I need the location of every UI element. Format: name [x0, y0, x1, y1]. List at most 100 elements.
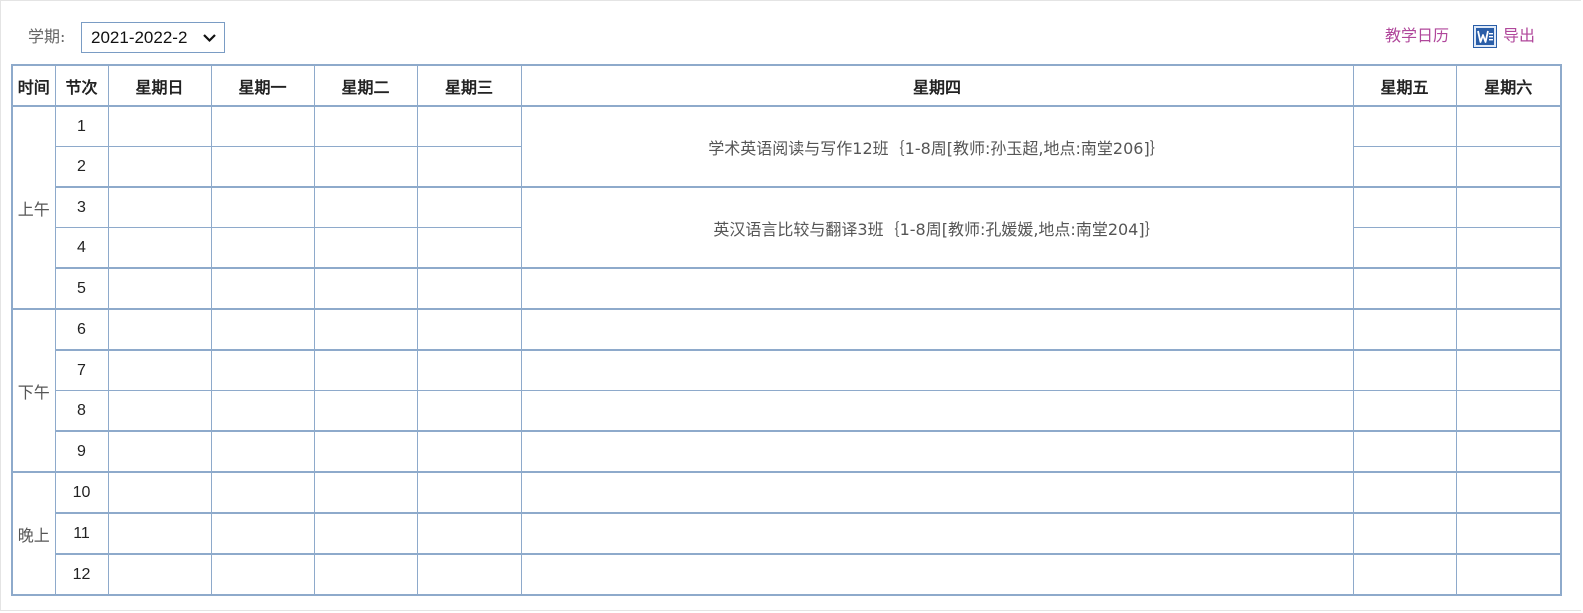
cell-wednesday[interactable]: [416, 227, 522, 269]
cell-monday[interactable]: [210, 553, 315, 596]
cell-tuesday[interactable]: [313, 146, 418, 188]
cell-sunday[interactable]: [107, 227, 212, 269]
cell-saturday[interactable]: [1455, 105, 1562, 147]
cell-sunday[interactable]: [107, 349, 212, 391]
period-number: 1: [54, 105, 109, 147]
cell-friday[interactable]: [1352, 512, 1457, 555]
cell-saturday[interactable]: [1455, 227, 1562, 269]
cell-saturday[interactable]: [1455, 390, 1562, 432]
header-sunday: 星期日: [107, 64, 212, 107]
cell-thursday[interactable]: [520, 430, 1354, 473]
cell-sunday[interactable]: [107, 267, 212, 310]
cell-thursday[interactable]: [520, 553, 1354, 596]
cell-friday[interactable]: [1352, 553, 1457, 596]
term-select[interactable]: 2021-2022-2: [81, 22, 225, 53]
cell-monday[interactable]: [210, 308, 315, 351]
cell-tuesday[interactable]: [313, 227, 418, 269]
table-row: 8: [12, 390, 1562, 432]
cell-wednesday[interactable]: [416, 105, 522, 147]
cell-tuesday[interactable]: [313, 553, 418, 596]
cell-monday[interactable]: [210, 267, 315, 310]
cell-thursday[interactable]: [520, 349, 1354, 391]
header-tuesday: 星期二: [313, 64, 418, 107]
cell-thursday[interactable]: [520, 308, 1354, 351]
header-wednesday: 星期三: [416, 64, 522, 107]
cell-sunday[interactable]: [107, 390, 212, 432]
table-row: 7: [12, 349, 1562, 391]
cell-tuesday[interactable]: [313, 267, 418, 310]
cell-sunday[interactable]: [107, 308, 212, 351]
header-row: 时间 节次 星期日 星期一 星期二 星期三 星期四 星期五 星期六: [11, 64, 1562, 107]
cell-wednesday[interactable]: [416, 390, 522, 432]
cell-monday[interactable]: [210, 105, 315, 147]
cell-tuesday[interactable]: [313, 349, 418, 391]
cell-wednesday[interactable]: [416, 553, 522, 596]
cell-monday[interactable]: [210, 390, 315, 432]
cell-saturday[interactable]: [1455, 267, 1562, 310]
cell-friday[interactable]: [1352, 349, 1457, 391]
cell-friday[interactable]: [1352, 390, 1457, 432]
cell-friday[interactable]: [1352, 471, 1457, 514]
cell-friday[interactable]: [1352, 146, 1457, 188]
cell-saturday[interactable]: [1455, 471, 1562, 514]
cell-sunday[interactable]: [107, 553, 212, 596]
period-number: 9: [54, 430, 109, 473]
cell-monday[interactable]: [210, 471, 315, 514]
cell-saturday[interactable]: [1455, 308, 1562, 351]
cell-sunday[interactable]: [107, 512, 212, 555]
cell-wednesday[interactable]: [416, 186, 522, 228]
cell-sunday[interactable]: [107, 146, 212, 188]
period-number: 6: [54, 308, 109, 351]
cell-tuesday[interactable]: [313, 105, 418, 147]
cell-friday[interactable]: [1352, 227, 1457, 269]
cell-tuesday[interactable]: [313, 186, 418, 228]
course-cell[interactable]: 学术英语阅读与写作12班｛1-8周[教师:孙玉超,地点:南堂206]｝: [520, 105, 1354, 188]
cell-tuesday[interactable]: [313, 471, 418, 514]
cell-monday[interactable]: [210, 227, 315, 269]
cell-saturday[interactable]: [1455, 553, 1562, 596]
cell-sunday[interactable]: [107, 471, 212, 514]
export-link[interactable]: 导出: [1503, 26, 1535, 46]
cell-thursday[interactable]: [520, 390, 1354, 432]
cell-wednesday[interactable]: [416, 267, 522, 310]
table-row: 上午 1 学术英语阅读与写作12班｛1-8周[教师:孙玉超,地点:南堂206]｝: [11, 105, 1562, 310]
cell-sunday[interactable]: [107, 186, 212, 228]
cell-saturday[interactable]: [1455, 349, 1562, 391]
cell-wednesday[interactable]: [416, 430, 522, 473]
cell-saturday[interactable]: [1455, 430, 1562, 473]
cell-monday[interactable]: [210, 186, 315, 228]
cell-tuesday[interactable]: [313, 390, 418, 432]
cell-wednesday[interactable]: [416, 349, 522, 391]
cell-monday[interactable]: [210, 512, 315, 555]
cell-monday[interactable]: [210, 146, 315, 188]
cell-wednesday[interactable]: [416, 512, 522, 555]
table-row: 9: [12, 430, 1562, 473]
cell-sunday[interactable]: [107, 430, 212, 473]
cell-wednesday[interactable]: [416, 471, 522, 514]
cell-wednesday[interactable]: [416, 308, 522, 351]
cell-friday[interactable]: [1352, 267, 1457, 310]
cell-monday[interactable]: [210, 349, 315, 391]
course-cell[interactable]: 英汉语言比较与翻译3班｛1-8周[教师:孔媛媛,地点:南堂204]｝: [520, 186, 1354, 269]
cell-thursday[interactable]: [520, 471, 1354, 514]
cell-saturday[interactable]: [1455, 512, 1562, 555]
table-row: 晚上 10: [11, 471, 1562, 596]
cell-tuesday[interactable]: [313, 308, 418, 351]
cell-saturday[interactable]: [1455, 146, 1562, 188]
period-number: 4: [54, 227, 109, 269]
cell-friday[interactable]: [1352, 105, 1457, 147]
cell-friday[interactable]: [1352, 430, 1457, 473]
cell-wednesday[interactable]: [416, 146, 522, 188]
cell-sunday[interactable]: [107, 105, 212, 147]
cell-thursday[interactable]: [520, 512, 1354, 555]
cell-saturday[interactable]: [1455, 186, 1562, 228]
cell-thursday[interactable]: [520, 267, 1354, 310]
cell-tuesday[interactable]: [313, 430, 418, 473]
teaching-calendar-link[interactable]: 教学日历: [1385, 26, 1449, 46]
cell-tuesday[interactable]: [313, 512, 418, 555]
cell-friday[interactable]: [1352, 308, 1457, 351]
cell-monday[interactable]: [210, 430, 315, 473]
cell-friday[interactable]: [1352, 186, 1457, 228]
word-icon[interactable]: [1473, 25, 1497, 48]
header-monday: 星期一: [210, 64, 315, 107]
